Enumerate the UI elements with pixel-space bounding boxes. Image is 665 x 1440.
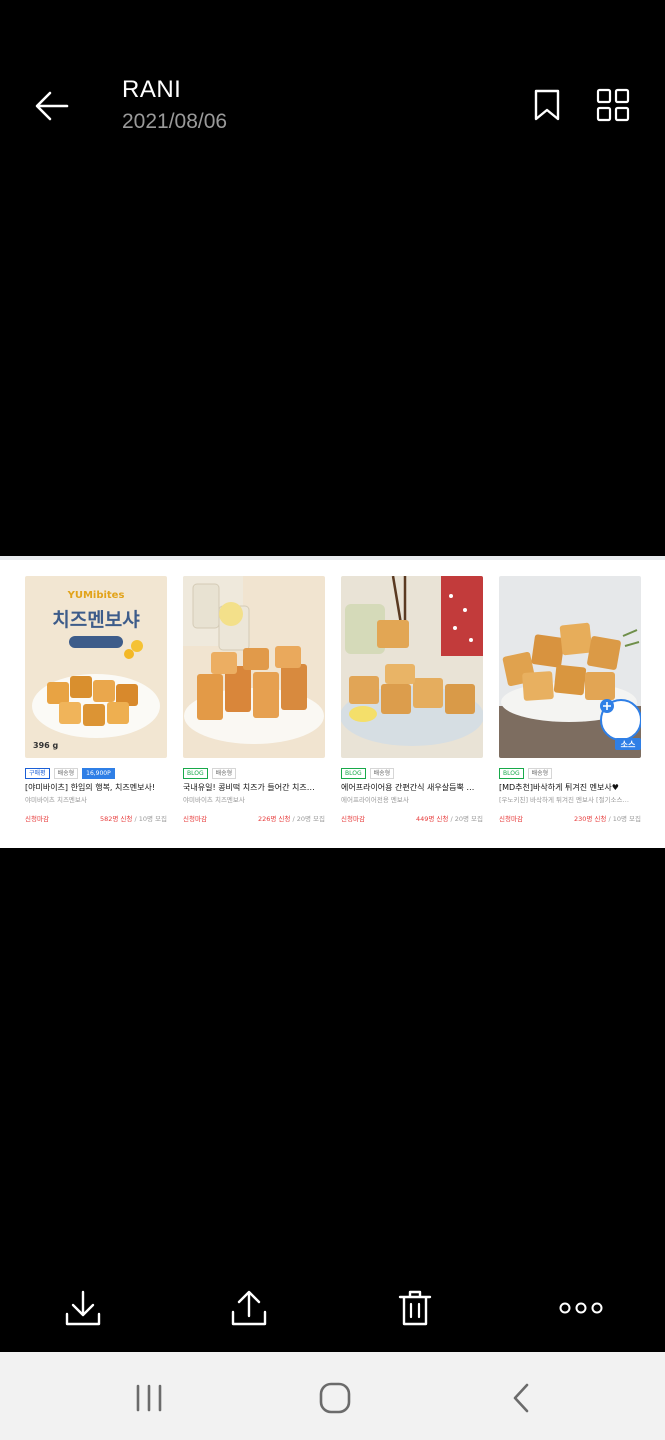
system-back-button[interactable] (497, 1374, 545, 1422)
photo-date: 2021/08/06 (122, 110, 228, 133)
applicant-count: 230명 신청 / 10명 모집 (573, 815, 641, 823)
nav-back-icon (513, 1383, 529, 1413)
tag-row: 구매평 배송형 16,900P (25, 768, 167, 779)
product-title: 국내유일! 콩비떡 치즈가 들어간 치즈… (183, 783, 315, 792)
product-subtitle: [우노키친] 바삭하게 튀겨진 멘보사 [절기소스… (499, 796, 630, 804)
status-text: 신청마감 (25, 815, 49, 823)
tag: BLOG (499, 768, 524, 779)
trash-icon (398, 1290, 432, 1326)
product-status-row: 신청마감 582명 신청 / 10명 모집 (25, 815, 167, 824)
tag: 16,900P (82, 768, 115, 779)
product-status-row: 신청마감 226명 신청 / 20명 모집 (183, 815, 325, 824)
applicant-count: 449명 신청 / 20명 모집 (415, 815, 483, 823)
tag-row: BLOG 배송형 (499, 768, 641, 779)
product-image-title: 치즈멘보샤 (52, 609, 140, 631)
bookmark-button[interactable] (526, 82, 568, 128)
recents-button[interactable] (125, 1374, 173, 1422)
viewer-header: RANI 2021/08/06 (0, 0, 665, 180)
status-text: 신청마감 (341, 815, 365, 823)
product-status-row: 신청마감 449명 신청 / 20명 모집 (341, 815, 483, 824)
album-title: RANI (122, 76, 182, 103)
bookmark-icon (534, 89, 560, 121)
tag: 배송형 (369, 768, 395, 779)
download-button[interactable] (59, 1284, 107, 1332)
applicant-count: 582명 신청 / 10명 모집 (99, 815, 167, 823)
grid-view-button[interactable] (592, 82, 634, 128)
more-icon (559, 1302, 603, 1314)
product-title: 에어프라이어용 간편간식 새우살듬뿍 … (341, 783, 475, 792)
product-title: [MD추천]바삭하게 튀겨진 멘보사♥ (499, 783, 619, 792)
product-image: 소스 (499, 576, 641, 758)
photo-image[interactable]: YUMibites 치즈멘보샤 396 g 구매평 배송형 16,900P [야… (0, 556, 665, 848)
status-text: 신청마감 (499, 815, 523, 823)
product-image: YUMibites 치즈멘보샤 396 g (25, 576, 167, 758)
product-card: 소스 BLOG 배송형 [MD추천]바삭하게 튀겨진 멘보사♥ [우노키친] 바… (499, 576, 641, 824)
delete-button[interactable] (391, 1284, 439, 1332)
product-image (183, 576, 325, 758)
product-status-row: 신청마감 230명 신청 / 10명 모집 (499, 815, 641, 824)
share-icon (231, 1290, 267, 1326)
recents-icon (136, 1384, 162, 1412)
download-icon (65, 1290, 101, 1326)
title-block: RANI 2021/08/06 (122, 76, 227, 134)
tag: BLOG (183, 768, 208, 779)
tag: BLOG (341, 768, 366, 779)
back-arrow-icon (35, 91, 69, 121)
product-card: BLOG 배송형 에어프라이어용 간편간식 새우살듬뿍 … 에어프라이어전용 멘… (341, 576, 483, 824)
tag: 구매평 (25, 768, 50, 779)
home-button[interactable] (311, 1374, 359, 1422)
tag: 배송형 (211, 768, 237, 779)
product-card: YUMibites 치즈멘보샤 396 g 구매평 배송형 16,900P [야… (25, 576, 167, 824)
sauce-badge-text: 소스 (621, 740, 636, 749)
product-card: BLOG 배송형 국내유일! 콩비떡 치즈가 들어간 치즈… 야미바이츠 치즈멘… (183, 576, 325, 824)
system-navigation-bar (0, 1352, 665, 1440)
product-image (341, 576, 483, 758)
share-button[interactable] (225, 1284, 273, 1332)
product-subtitle: 야미바이츠 치즈멘보사 (183, 796, 245, 804)
tag-row: BLOG 배송형 (183, 768, 325, 779)
product-title: [야미바이츠] 한입의 행복, 치즈멘보사! (25, 783, 156, 792)
tag: 배송형 (527, 768, 553, 779)
home-icon (319, 1382, 351, 1414)
back-button[interactable] (28, 82, 76, 130)
tag: 배송형 (53, 768, 79, 779)
applicant-count: 226명 신청 / 20명 모집 (257, 815, 325, 823)
grid-icon (596, 88, 630, 122)
product-subtitle: 야미바이츠 치즈멘보사 (25, 796, 87, 804)
product-weight-text: 396 g (33, 741, 58, 750)
tag-row: BLOG 배송형 (341, 768, 483, 779)
brand-logo-text: YUMibites (67, 590, 125, 601)
product-subtitle: 에어프라이어전용 멘보사 (341, 796, 409, 804)
status-text: 신청마감 (183, 815, 207, 823)
more-options-button[interactable] (557, 1284, 605, 1332)
